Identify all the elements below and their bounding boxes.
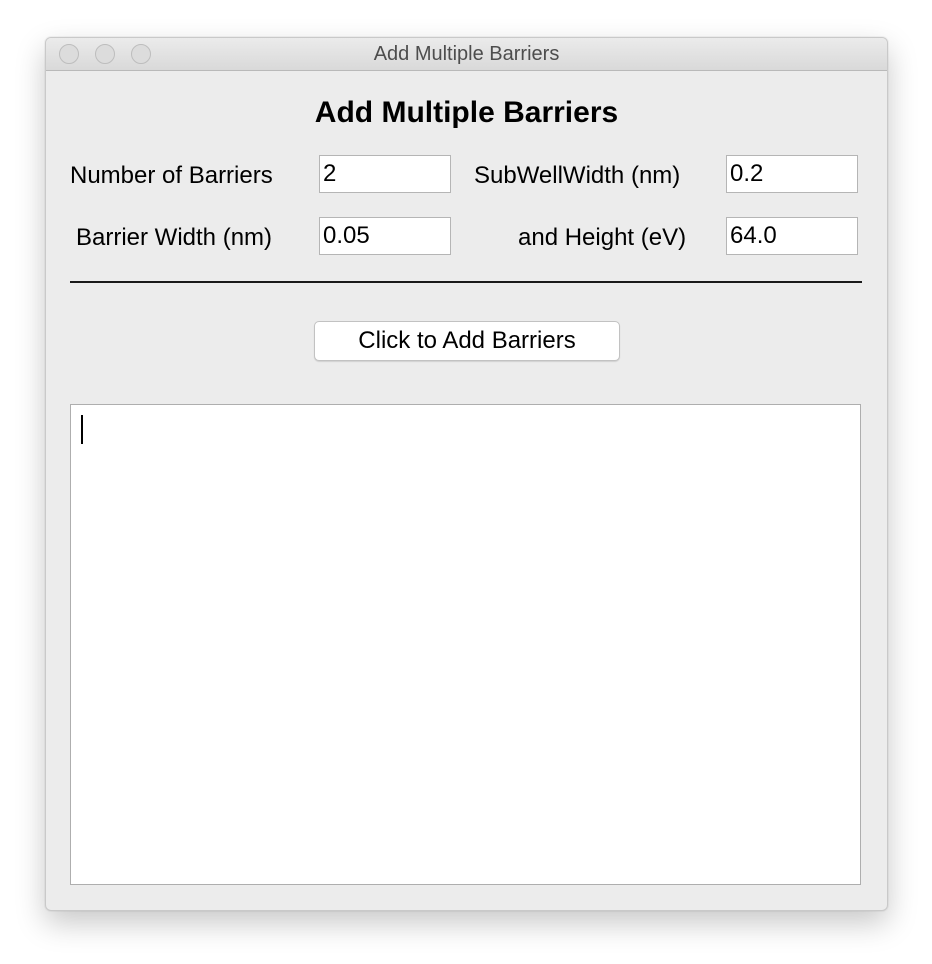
text-cursor <box>81 415 83 444</box>
page-title: Add Multiple Barriers <box>314 96 619 129</box>
number-of-barriers-label: Number of Barriers <box>70 162 273 189</box>
barrier-height-input[interactable]: 64.0 <box>726 217 858 255</box>
barrier-height-label: and Height (eV) <box>518 224 687 251</box>
subwell-width-label: SubWellWidth (nm) <box>474 162 681 189</box>
window-title: Add Multiple Barriers <box>373 43 560 65</box>
add-barriers-window: Add Multiple Barriers Add Multiple Barri… <box>45 37 888 911</box>
subwell-width-input[interactable]: 0.2 <box>726 155 858 193</box>
barrier-width-input[interactable]: 0.05 <box>319 217 451 255</box>
title-bar[interactable]: Add Multiple Barriers <box>46 38 887 71</box>
barrier-width-label: Barrier Width (nm) <box>76 224 273 251</box>
add-barriers-button[interactable]: Click to Add Barriers <box>314 321 620 361</box>
number-of-barriers-input[interactable]: 2 <box>319 155 451 193</box>
output-text-area[interactable] <box>70 404 861 885</box>
separator <box>70 281 862 283</box>
